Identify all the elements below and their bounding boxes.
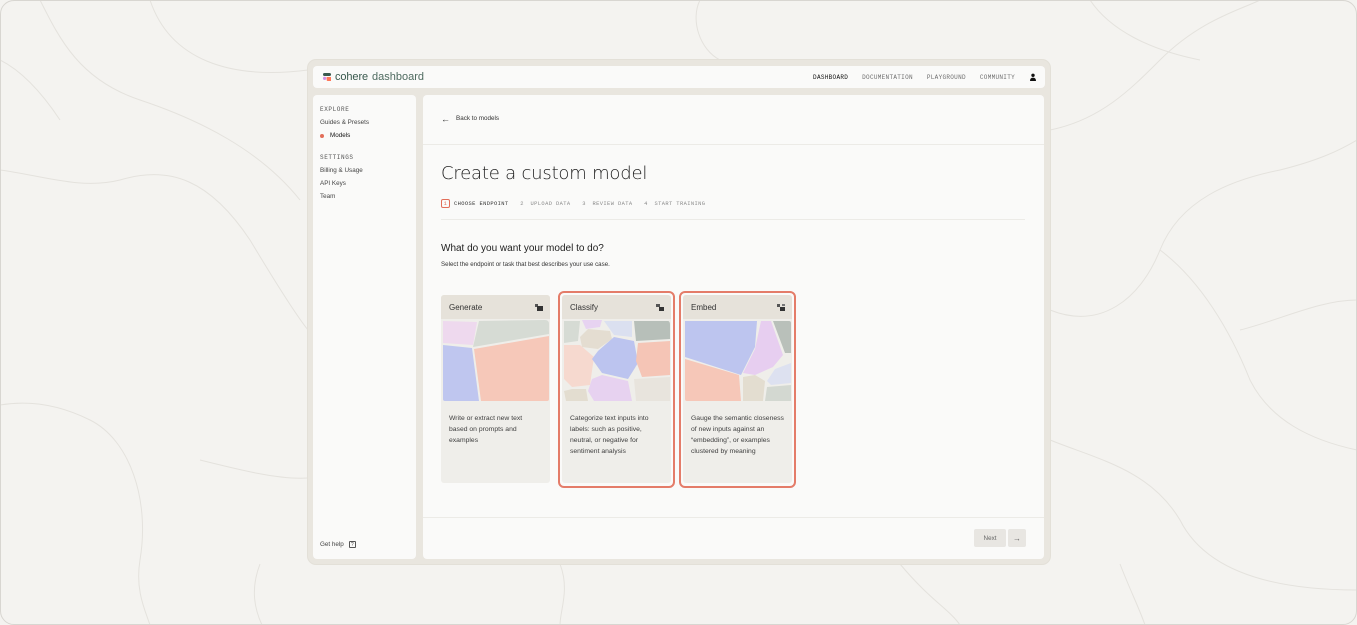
user-icon[interactable] <box>1029 73 1037 81</box>
nav-dashboard[interactable]: DASHBOARD <box>813 74 848 81</box>
generate-icon <box>535 303 543 311</box>
card-header: Classify <box>562 295 671 319</box>
step-label: UPLOAD DATA <box>530 200 571 207</box>
classify-illustration <box>562 319 671 403</box>
card-classify[interactable]: Classify Categorize text inputs into lab… <box>562 295 671 483</box>
card-header: Generate <box>441 295 550 319</box>
embed-illustration <box>683 319 792 403</box>
get-help-label: Get help <box>320 541 344 548</box>
page-title: Create a custom model <box>441 163 648 184</box>
sidebar-item-label: Models <box>330 132 351 139</box>
embed-icon <box>777 303 785 311</box>
brand-logo[interactable]: cohere dashboard <box>323 71 424 83</box>
card-description: Write or extract new text based on promp… <box>449 415 523 444</box>
sidebar-item-billing-usage[interactable]: Billing & Usage <box>320 164 409 177</box>
sidebar-item-label: Guides & Presets <box>320 119 369 126</box>
sidebar-item-label: API Keys <box>320 180 346 187</box>
sidebar-heading-explore: EXPLORE <box>320 106 350 113</box>
sidebar-item-api-keys[interactable]: API Keys <box>320 177 409 190</box>
next-button[interactable]: Next <box>974 529 1006 547</box>
back-label: Back to models <box>456 115 500 122</box>
card-title: Classify <box>570 302 599 312</box>
step-label: START TRAINING <box>654 200 706 207</box>
generate-illustration <box>441 319 550 403</box>
sidebar-heading-settings: SETTINGS <box>320 154 354 161</box>
sidebar-item-models[interactable]: Models <box>320 129 409 142</box>
card-generate[interactable]: Generate Write or extract new text based… <box>441 295 550 483</box>
main-panel: ← Back to models Create a custom model 1… <box>423 95 1044 559</box>
next-controls: Next → <box>974 529 1026 547</box>
cohere-logo-icon <box>323 73 331 81</box>
brand-product: dashboard <box>372 71 425 83</box>
stepper: 1 CHOOSE ENDPOINT 2 UPLOAD DATA 3 REVIEW… <box>441 199 705 208</box>
step-number: 2 <box>520 200 524 207</box>
sidebar-item-label: Billing & Usage <box>320 167 363 174</box>
active-dot-icon <box>320 133 324 138</box>
card-embed[interactable]: Embed Gauge the semantic closeness of ne… <box>683 295 792 483</box>
sidebar-item-guides-presets[interactable]: Guides & Presets <box>320 116 409 129</box>
nav-community[interactable]: COMMUNITY <box>980 74 1015 81</box>
step-number: 4 <box>644 200 648 207</box>
footer-divider <box>423 517 1044 518</box>
card-description: Gauge the semantic closeness of new inpu… <box>691 415 784 455</box>
back-to-models-link[interactable]: ← Back to models <box>441 113 500 124</box>
step-start-training[interactable]: 4 START TRAINING <box>642 199 706 208</box>
card-header: Embed <box>683 295 792 319</box>
sidebar-item-team[interactable]: Team <box>320 190 409 203</box>
back-bar: ← Back to models <box>423 95 1044 145</box>
brand-name: cohere <box>335 71 369 83</box>
nav-playground[interactable]: PLAYGROUND <box>927 74 966 81</box>
step-upload-data[interactable]: 2 UPLOAD DATA <box>518 199 571 208</box>
card-title: Embed <box>691 302 717 312</box>
classify-icon <box>656 303 664 311</box>
arrow-left-icon: ← <box>441 113 450 124</box>
top-navigation-bar: cohere dashboard DASHBOARD DOCUMENTATION… <box>313 66 1045 88</box>
step-choose-endpoint[interactable]: 1 CHOOSE ENDPOINT <box>441 199 509 208</box>
card-title: Generate <box>449 302 483 312</box>
step-review-data[interactable]: 3 REVIEW DATA <box>580 199 633 208</box>
sidebar-item-label: Team <box>320 193 336 200</box>
top-nav: DASHBOARD DOCUMENTATION PLAYGROUND COMMU… <box>813 73 1037 81</box>
sidebar: EXPLORE Guides & Presets Models SETTINGS… <box>313 95 416 559</box>
step-number: 3 <box>582 200 586 207</box>
app-window: cohere dashboard DASHBOARD DOCUMENTATION… <box>308 60 1050 564</box>
step-label: REVIEW DATA <box>592 200 633 207</box>
nav-documentation[interactable]: DOCUMENTATION <box>862 74 913 81</box>
question-subtitle: Select the endpoint or task that best de… <box>441 261 610 268</box>
endpoint-cards: Generate Write or extract new text based… <box>441 291 801 488</box>
step-number: 1 <box>441 199 450 208</box>
next-arrow-icon[interactable]: → <box>1008 529 1026 547</box>
help-icon: ? <box>348 541 356 548</box>
question-heading: What do you want your model to do? <box>441 243 604 254</box>
divider <box>441 219 1025 220</box>
get-help-link[interactable]: Get help ? <box>320 541 356 548</box>
step-label: CHOOSE ENDPOINT <box>454 200 509 207</box>
card-description: Categorize text inputs into labels: such… <box>570 415 649 455</box>
